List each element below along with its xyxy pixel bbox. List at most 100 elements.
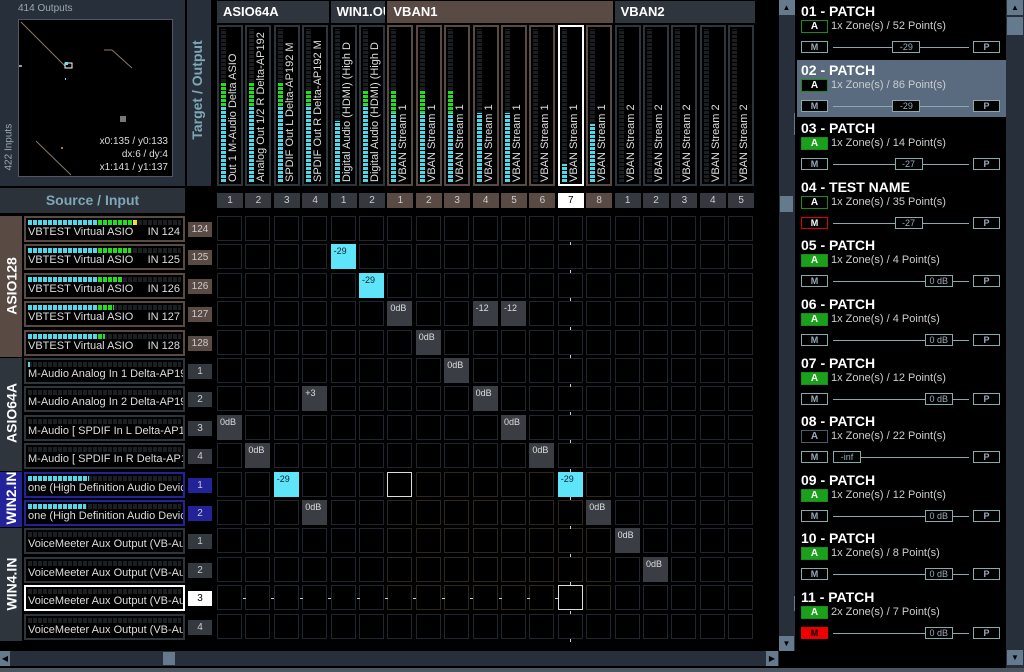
matrix-cell[interactable] bbox=[359, 613, 384, 639]
matrix-cell[interactable] bbox=[302, 556, 328, 582]
matrix-cell[interactable] bbox=[330, 216, 356, 241]
matrix-cell[interactable] bbox=[557, 500, 583, 525]
patch-gain-value[interactable]: -29 bbox=[892, 99, 921, 112]
matrix-cell[interactable] bbox=[472, 556, 498, 582]
output-channel-number[interactable]: 2 bbox=[415, 193, 442, 208]
output-channel-number[interactable]: 8 bbox=[586, 193, 613, 208]
matrix-cell[interactable] bbox=[501, 556, 526, 582]
matrix-cell[interactable] bbox=[529, 414, 555, 440]
matrix-cell[interactable] bbox=[586, 414, 612, 440]
patch-p-button[interactable]: P bbox=[973, 392, 1000, 405]
matrix-cell[interactable] bbox=[643, 414, 668, 440]
output-channel-number[interactable]: 4 bbox=[699, 193, 726, 208]
patch-item[interactable]: 11 - PATCH A 2x Zone(s) / 7 Point(s) M 0 dB P bbox=[797, 587, 1006, 644]
matrix-cell[interactable] bbox=[415, 386, 441, 412]
matrix-cell[interactable] bbox=[444, 443, 470, 469]
output-strip[interactable]: VBAN Stream 1 bbox=[387, 25, 414, 186]
matrix-cell[interactable] bbox=[387, 329, 413, 355]
matrix-cell[interactable] bbox=[643, 216, 668, 241]
input-channel-number[interactable]: 126 bbox=[188, 278, 212, 294]
matrix-cell[interactable] bbox=[359, 358, 384, 383]
matrix-cell[interactable] bbox=[415, 216, 441, 241]
matrix-cell[interactable] bbox=[643, 585, 668, 611]
output-channel-number[interactable]: 3 bbox=[671, 193, 698, 208]
output-strip[interactable]: VBAN Stream 1 bbox=[415, 25, 442, 186]
input-group-asio64a[interactable]: ASIO64A bbox=[0, 358, 22, 471]
matrix-cell[interactable] bbox=[529, 500, 555, 525]
patch-list-scroll-down-icon[interactable]: ▼ bbox=[1007, 650, 1023, 665]
matrix-cell[interactable] bbox=[359, 471, 384, 497]
matrix-cell-routed[interactable]: -12 bbox=[472, 301, 498, 327]
patch-activate-button[interactable]: A bbox=[801, 254, 828, 268]
output-strip[interactable]: VBAN Stream 1 bbox=[472, 25, 499, 186]
patch-gain-value[interactable]: 0 dB bbox=[924, 509, 953, 522]
patch-p-button[interactable]: P bbox=[973, 509, 1000, 522]
scroll-left-icon[interactable]: ◀ bbox=[0, 651, 10, 666]
matrix-cell[interactable] bbox=[273, 244, 299, 270]
patch-item[interactable]: 01 - PATCH A 1x Zone(s) / 52 Point(s) M -29 P bbox=[797, 1, 1006, 58]
matrix-cell[interactable] bbox=[614, 358, 640, 383]
matrix-cell[interactable] bbox=[699, 556, 725, 582]
matrix-cell[interactable] bbox=[302, 272, 328, 298]
matrix-cell[interactable] bbox=[217, 216, 242, 241]
matrix-cell[interactable] bbox=[245, 301, 271, 327]
matrix-cell[interactable] bbox=[557, 556, 583, 582]
patch-activate-button[interactable]: A bbox=[801, 488, 828, 502]
matrix-cell[interactable] bbox=[302, 244, 328, 270]
matrix-cell[interactable] bbox=[501, 613, 526, 639]
matrix-cell-routed[interactable]: 0dB bbox=[302, 500, 328, 525]
matrix-cell[interactable] bbox=[728, 414, 754, 440]
matrix-cell[interactable] bbox=[586, 556, 612, 582]
matrix-cell-selected[interactable] bbox=[387, 471, 413, 497]
patch-p-button[interactable]: P bbox=[973, 216, 1000, 229]
matrix-cell[interactable] bbox=[217, 556, 242, 582]
matrix-cell-routed[interactable]: 0dB bbox=[529, 443, 555, 469]
matrix-cell[interactable] bbox=[614, 414, 640, 440]
matrix-cell[interactable] bbox=[671, 358, 697, 383]
patch-mute-button[interactable]: M bbox=[801, 509, 828, 522]
matrix-cell[interactable] bbox=[273, 216, 299, 241]
matrix-cell[interactable] bbox=[444, 500, 470, 525]
matrix-cell[interactable] bbox=[699, 500, 725, 525]
matrix-cell[interactable] bbox=[217, 471, 242, 497]
matrix-cell[interactable] bbox=[444, 528, 470, 554]
input-group-asio128[interactable]: ASIO128 bbox=[0, 216, 22, 357]
patch-p-button[interactable]: P bbox=[973, 275, 1000, 288]
matrix-cell[interactable] bbox=[728, 386, 754, 412]
matrix-cell[interactable] bbox=[415, 272, 441, 298]
output-group-vban2[interactable]: VBAN2 bbox=[614, 1, 755, 23]
matrix-cell[interactable] bbox=[415, 528, 441, 554]
matrix-cell[interactable] bbox=[387, 244, 413, 270]
input-strip[interactable]: VoiceMeeter Aux Output (VB-Audi bbox=[24, 585, 185, 612]
matrix-cell[interactable] bbox=[217, 613, 242, 639]
matrix-cell[interactable] bbox=[671, 471, 697, 497]
matrix-cell[interactable] bbox=[330, 358, 356, 383]
matrix-cell[interactable] bbox=[302, 613, 328, 639]
matrix-cell[interactable] bbox=[330, 556, 356, 582]
patch-p-button[interactable]: P bbox=[973, 158, 1000, 171]
patch-item[interactable]: 02 - PATCH A 1x Zone(s) / 86 Point(s) M -29 P bbox=[797, 59, 1006, 117]
matrix-cell[interactable] bbox=[728, 301, 754, 327]
patch-item[interactable]: 03 - PATCH A 1x Zone(s) / 14 Point(s) M -27 P bbox=[797, 118, 1006, 175]
matrix-cell-routed[interactable]: 0dB bbox=[472, 386, 498, 412]
output-channel-number[interactable]: 3 bbox=[273, 193, 300, 208]
matrix-cell[interactable] bbox=[699, 471, 725, 497]
matrix-cell[interactable] bbox=[217, 358, 242, 383]
output-channel-number[interactable]: 5 bbox=[728, 193, 755, 208]
matrix-cell[interactable] bbox=[359, 244, 384, 270]
matrix-cell[interactable] bbox=[586, 613, 612, 639]
matrix-cell[interactable] bbox=[245, 216, 271, 241]
input-channel-number[interactable]: 1 bbox=[188, 477, 212, 493]
output-strip[interactable]: SPDIF Out L Delta-AP192 M bbox=[273, 25, 300, 186]
matrix-cell[interactable] bbox=[614, 216, 640, 241]
matrix-cell[interactable] bbox=[643, 358, 668, 383]
patch-mute-button[interactable]: M bbox=[801, 158, 828, 171]
patch-gain-value[interactable]: 0 dB bbox=[924, 627, 953, 639]
matrix-cell[interactable] bbox=[614, 386, 640, 412]
matrix-cell[interactable] bbox=[529, 329, 555, 355]
patch-gain-value[interactable]: 0 dB bbox=[924, 334, 953, 346]
matrix-cell[interactable] bbox=[302, 414, 328, 440]
matrix-cell-routed[interactable]: -29 bbox=[273, 471, 299, 497]
input-strip[interactable]: one (High Definition Audio Device) bbox=[24, 500, 185, 526]
output-channel-number[interactable]: 2 bbox=[643, 193, 669, 208]
